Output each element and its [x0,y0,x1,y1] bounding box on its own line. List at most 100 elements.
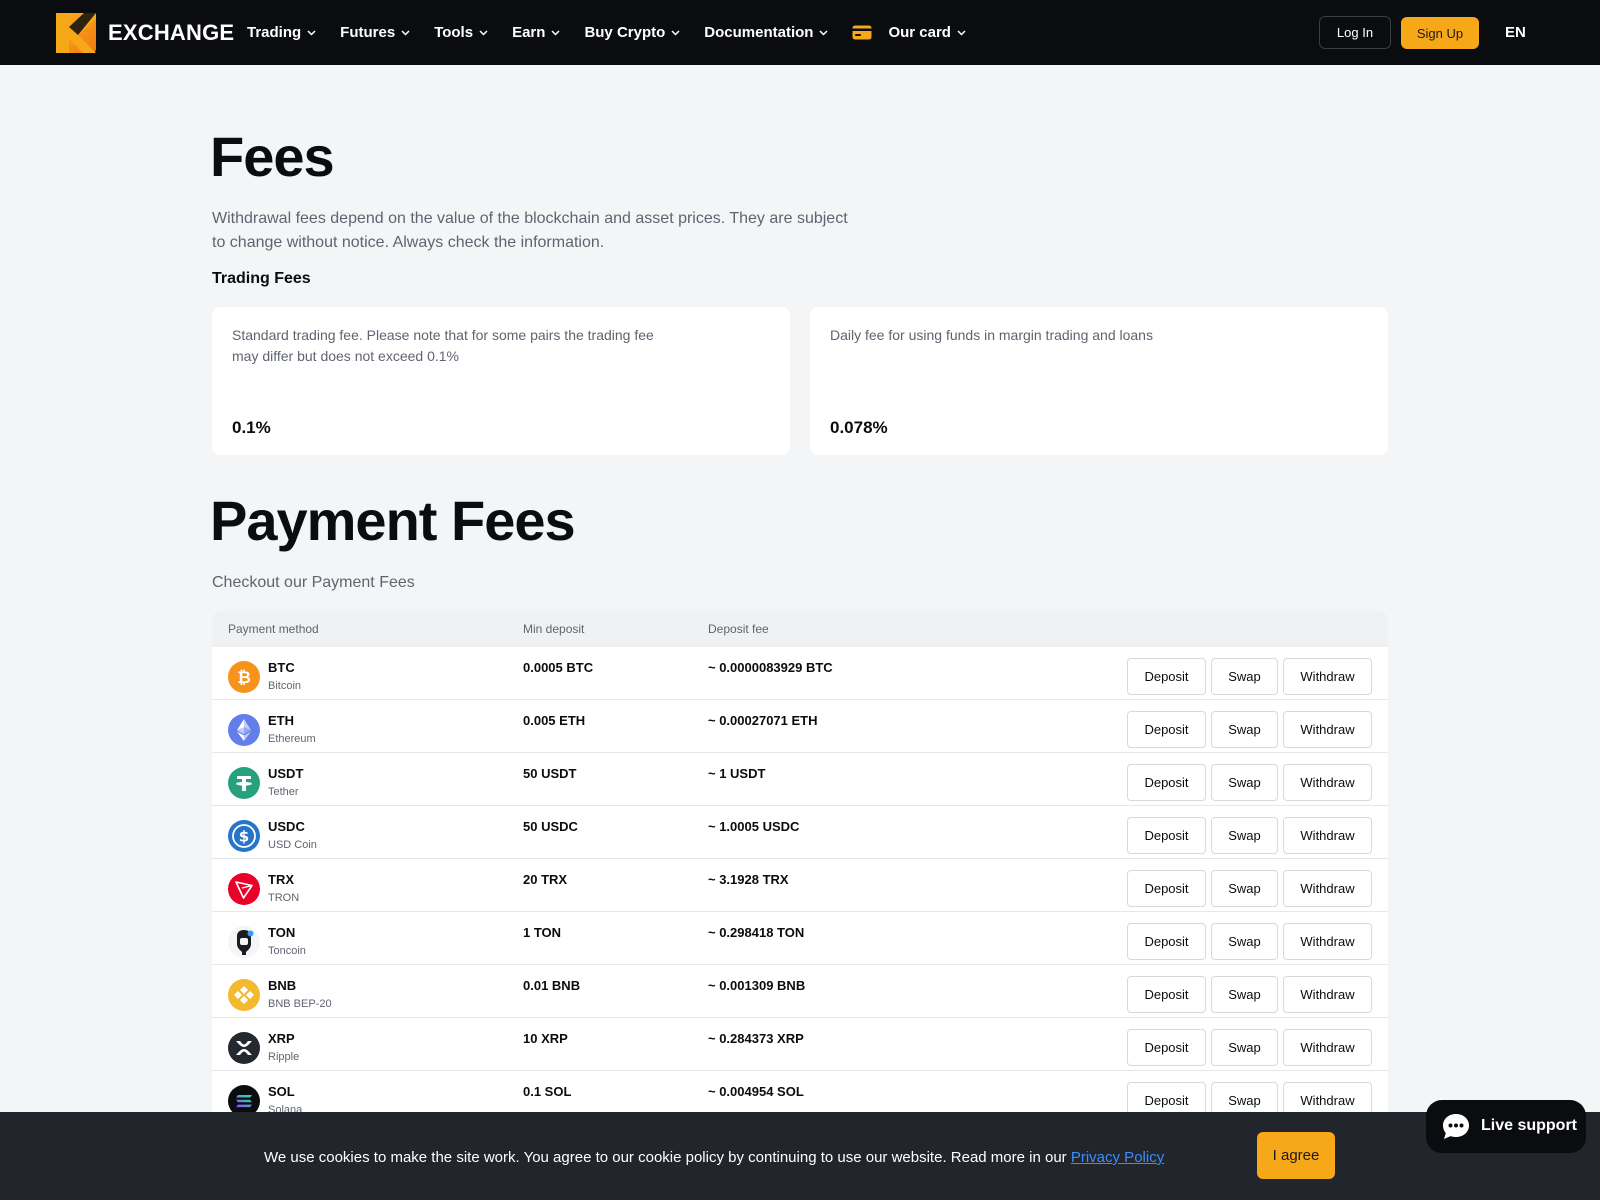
coin-name: Ripple [268,1051,300,1063]
tron-icon [228,873,260,905]
deposit-fee-value: ~ 0.284373 XRP [708,1031,804,1046]
bitcoin-icon: ₿ [228,661,260,693]
fee-card-value: 0.1% [232,418,271,437]
main-nav: Trading Futures Tools Earn Buy Crypto Do… [247,0,990,65]
live-support-button[interactable]: Live support [1426,1100,1586,1153]
withdraw-button[interactable]: Withdraw [1283,870,1372,907]
coin-symbol: BTC [268,660,295,675]
nav-futures[interactable]: Futures [340,24,410,41]
svg-text:₿: ₿ [237,668,251,688]
nav-earn-label: Earn [512,24,546,41]
cookie-message-text: We use cookies to make the site work. Yo… [264,1149,1071,1166]
min-deposit-value: 50 USDC [523,819,578,834]
brand-logo[interactable]: EXCHANGE [56,13,234,53]
table-row: ₿ BTC Bitcoin 0.0005 BTC ~ 0.0000083929 … [212,647,1388,700]
min-deposit-value: 1 TON [523,925,562,940]
nav-buy-crypto[interactable]: Buy Crypto [584,24,680,41]
margin-fee-card: Daily fee for using funds in margin trad… [810,307,1388,455]
payment-fees-description: Checkout our Payment Fees [212,574,415,591]
withdraw-button[interactable]: Withdraw [1283,1029,1372,1066]
swap-button[interactable]: Swap [1211,1029,1278,1066]
signup-button[interactable]: Sign Up [1401,17,1479,49]
svg-text:$: $ [239,828,249,846]
swap-button[interactable]: Swap [1211,870,1278,907]
exchange-logo-icon [56,13,96,53]
deposit-button[interactable]: Deposit [1127,976,1206,1013]
deposit-button[interactable]: Deposit [1127,764,1206,801]
withdraw-button[interactable]: Withdraw [1283,976,1372,1013]
coin-symbol: SOL [268,1084,295,1099]
swap-button[interactable]: Swap [1211,817,1278,854]
fee-card-value: 0.078% [830,418,888,437]
deposit-button[interactable]: Deposit [1127,1029,1206,1066]
login-button[interactable]: Log In [1319,16,1391,49]
min-deposit-value: 10 XRP [523,1031,568,1046]
deposit-fee-value: ~ 0.00027071 ETH [708,713,818,728]
deposit-button[interactable]: Deposit [1127,711,1206,748]
nav-tools[interactable]: Tools [434,24,488,41]
nav-trading-label: Trading [247,24,302,41]
deposit-button[interactable]: Deposit [1127,870,1206,907]
fee-card-description: Daily fee for using funds in margin trad… [830,327,1153,343]
payment-fees-title: Payment Fees [210,489,576,552]
nav-earn[interactable]: Earn [512,24,560,41]
deposit-button[interactable]: Deposit [1127,817,1206,854]
withdraw-button[interactable]: Withdraw [1283,817,1372,854]
nav-documentation-label: Documentation [704,24,814,41]
table-row: TRX TRON 20 TRX ~ 3.1928 TRX Deposit Swa… [212,859,1388,912]
chat-bubble-icon [1443,1114,1469,1139]
credit-card-icon [852,25,872,40]
cookie-message: We use cookies to make the site work. Yo… [264,1149,1164,1166]
nav-our-card-label: Our card [888,24,951,41]
coin-name: Tether [268,786,299,798]
withdraw-button[interactable]: Withdraw [1283,711,1372,748]
withdraw-button[interactable]: Withdraw [1283,764,1372,801]
ripple-icon [228,1032,260,1064]
trading-fees-heading: Trading Fees [212,270,311,287]
min-deposit-value: 50 USDT [523,766,577,781]
min-deposit-value: 0.005 ETH [523,713,586,728]
min-deposit-value: 0.1 SOL [523,1084,572,1099]
fee-card-description: Standard trading fee. Please note that f… [232,327,654,364]
nav-documentation[interactable]: Documentation [704,24,828,41]
ethereum-icon [228,714,260,746]
coin-name: Toncoin [268,945,306,957]
privacy-policy-link[interactable]: Privacy Policy [1071,1149,1164,1166]
swap-button[interactable]: Swap [1211,711,1278,748]
nav-our-card[interactable]: Our card [852,24,966,41]
nav-trading[interactable]: Trading [247,24,316,41]
top-navbar: EXCHANGE Trading Futures Tools Earn Buy … [0,0,1600,65]
deposit-button[interactable]: Deposit [1127,658,1206,695]
nav-futures-label: Futures [340,24,396,41]
table-header: Payment method Min deposit Deposit fee [212,611,1388,647]
chevron-down-icon [671,29,680,36]
language-selector[interactable]: EN [1505,24,1526,41]
deposit-fee-value: ~ 0.004954 SOL [708,1084,804,1099]
swap-button[interactable]: Swap [1211,658,1278,695]
swap-button[interactable]: Swap [1211,923,1278,960]
coin-name: TRON [268,892,300,904]
column-header-min-deposit: Min deposit [523,622,585,636]
withdraw-button[interactable]: Withdraw [1283,923,1372,960]
standard-fee-card: Standard trading fee. Please note that f… [212,307,790,455]
deposit-fee-value: ~ 0.298418 TON [708,925,805,940]
coin-name: USD Coin [268,839,317,851]
table-row: XRP Ripple 10 XRP ~ 0.284373 XRP Deposit… [212,1018,1388,1071]
chevron-down-icon [819,29,828,36]
deposit-button[interactable]: Deposit [1127,923,1206,960]
coin-symbol: USDT [268,766,304,781]
swap-button[interactable]: Swap [1211,764,1278,801]
swap-button[interactable]: Swap [1211,976,1278,1013]
page-description: Withdrawal fees depend on the value of t… [212,210,848,251]
table-row: BNB BNB BEP-20 0.01 BNB ~ 0.001309 BNB D… [212,965,1388,1018]
chevron-down-icon [957,29,966,36]
tether-icon [228,767,260,799]
coin-name: BNB BEP-20 [268,998,332,1010]
cookie-agree-button[interactable]: I agree [1257,1132,1335,1179]
cookie-banner: We use cookies to make the site work. Yo… [0,1112,1600,1200]
table-row: ETH Ethereum 0.005 ETH ~ 0.00027071 ETH … [212,700,1388,753]
chevron-down-icon [307,29,316,36]
nav-buy-crypto-label: Buy Crypto [584,24,666,41]
table-row: $ USDC USD Coin 50 USDC ~ 1.0005 USDC De… [212,806,1388,859]
withdraw-button[interactable]: Withdraw [1283,658,1372,695]
